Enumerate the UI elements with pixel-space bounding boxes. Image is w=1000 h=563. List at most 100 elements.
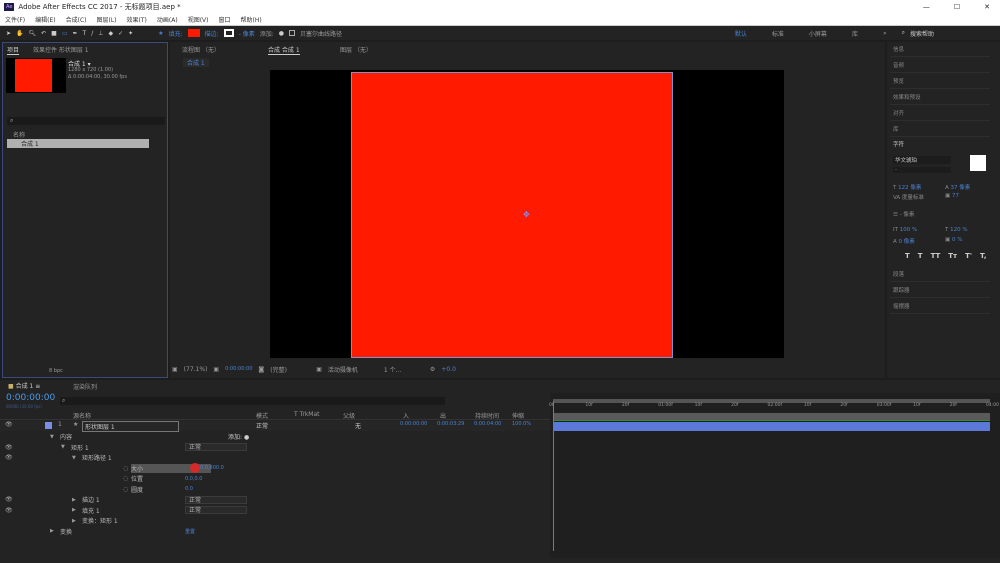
kerning-value[interactable]: 度量标准 [902,195,924,201]
expand-triangle-icon[interactable]: ▶ [72,497,76,503]
bpc-label[interactable]: 8 bpc [49,368,63,374]
visibility-eye-icon[interactable]: 👁︎ [5,454,13,461]
expand-triangle-icon[interactable]: ▼ [50,434,54,440]
menu-item[interactable]: 帮助(H) [241,15,262,24]
property-row[interactable]: ▶ 变换：矩形 1 [0,515,550,526]
pin-tool-icon[interactable]: ✦ [128,30,133,37]
layer-row[interactable]: 👁︎ 1 ★ 形状图层 1 正常 无 0:00:00:00 0:00:03:29… [0,421,550,432]
layer-mode[interactable]: 正常 [256,421,268,430]
comp-breadcrumb[interactable]: 合成 1 [183,58,209,67]
menu-item[interactable]: 编辑(E) [35,15,55,24]
expand-triangle-icon[interactable]: ▶ [50,528,54,534]
workspace-default[interactable]: 默认 [735,29,747,38]
stroke-label[interactable]: 描边: [205,29,219,38]
menu-item[interactable]: 图层(L) [97,15,117,24]
tab-flowchart[interactable]: 流程图 （无） [182,45,220,54]
expand-triangle-icon[interactable]: ▼ [61,444,65,450]
tab-effect-controls[interactable]: 效果控件 形状图层 1 [33,45,89,54]
panel-items_top-5[interactable]: 库 [893,125,899,133]
zoom-select[interactable]: (77.1%) [184,366,208,373]
tracking-value[interactable]: 77 [952,193,959,199]
eraser-tool-icon[interactable]: ◆ [108,30,113,37]
workspace-library[interactable]: 库 [852,29,858,38]
blend-mode-select[interactable]: 正常 [185,495,247,504]
stroke-width-value[interactable]: - 像素 [900,212,915,218]
stamp-tool-icon[interactable]: ⊥ [98,30,103,37]
layer-in[interactable]: 0:00:00:00 [400,421,427,427]
camera-select[interactable]: 活动摄像机 [328,365,378,374]
vscale-value[interactable]: 100 % [900,227,917,233]
grid-icon[interactable]: ▣ [213,366,219,373]
roto-tool-icon[interactable]: ✓ [118,30,123,37]
property-row[interactable]: ◌ 大小 0.0,800.0 [0,463,550,474]
tab-render-queue[interactable]: 渲染队列 [73,382,97,391]
project-item[interactable]: 合成 1 [7,139,149,148]
maximize-button[interactable]: ☐ [954,3,960,11]
text-style-button[interactable]: T' [965,252,972,260]
col-trkmat[interactable]: T TrkMat [294,411,320,418]
vertical-scale[interactable]: IT 100 % [893,227,917,233]
project-search-input[interactable]: ⌕ [7,117,165,125]
col-source-name[interactable]: 源名称 [73,411,91,420]
viewer-timecode[interactable]: 0:00:00:00 [225,366,252,372]
font-style-select[interactable]: - [893,167,951,173]
property-row[interactable]: ◌ 位置 0.0,0.0 [0,473,550,484]
col-in[interactable]: 入 [403,411,409,420]
visibility-eye-icon[interactable]: 👁︎ [5,421,13,428]
property-row[interactable]: 👁︎ ▶ 描边 1 正常 [0,494,550,505]
minimize-button[interactable]: — [923,3,930,11]
menu-item[interactable]: 动画(A) [157,15,178,24]
panel-items_bottom-1[interactable]: 跟踪器 [893,286,910,294]
font-size-value[interactable]: 122 像素 [898,185,921,191]
fill-color-swatch[interactable] [970,155,986,171]
panel-items_top-4[interactable]: 对齐 [893,109,904,117]
workspace-small[interactable]: 小屏幕 [809,29,827,38]
search-icon[interactable]: ⌕ [902,29,905,37]
tab-layer[interactable]: 图层 （无） [340,45,372,54]
property-row[interactable]: ▼ 内容 [0,431,550,442]
property-row[interactable]: 👁︎ ▼ 矩形路径 1 [0,452,550,463]
visibility-eye-icon[interactable]: 👁︎ [5,444,13,451]
panel-items_top-1[interactable]: 音频 [893,61,904,69]
pen-tool-icon[interactable]: ✒ [73,30,78,37]
layer-out[interactable]: 0:00:03:29 [437,421,464,427]
font-size[interactable]: T 122 像素 [893,183,921,191]
text-style-button[interactable]: Tт [948,252,957,260]
layer-stretch[interactable]: 100.0% [512,421,531,427]
col-out[interactable]: 出 [440,411,446,420]
stopwatch-icon[interactable]: ◌ [123,465,128,472]
character-title[interactable]: 字符 [893,140,904,148]
stroke-width[interactable]: - 像素 [239,29,255,38]
views-select[interactable]: 1 个... [384,365,424,374]
property-row[interactable]: ▶ 变换 重置 [0,526,550,537]
stopwatch-icon[interactable]: ◌ [123,486,128,493]
property-row[interactable]: ◌ 圆度 0.0 [0,484,550,495]
camera-tool-icon[interactable]: ■ [51,30,57,37]
col-stretch[interactable]: 伸缩 [512,411,524,420]
comp-canvas[interactable]: ✥ [270,70,784,358]
workspace-standard[interactable]: 标准 [772,29,784,38]
stroke-width[interactable]: ☰ - 像素 [893,210,914,218]
quality-select[interactable]: (完整) [270,365,310,374]
font-family-select[interactable]: 华文琥珀 [893,156,951,164]
star-icon[interactable]: ★ [158,30,163,37]
col-parent[interactable]: 父级 [343,411,355,420]
tsume-value[interactable]: 0 % [952,237,962,243]
blend-mode-select[interactable]: 正常 [185,506,247,514]
tracking[interactable]: ▣ 77 [945,193,959,199]
timeline-search-input[interactable]: ⌕ [60,397,445,405]
text-style-button[interactable]: TT [931,252,941,260]
playhead[interactable] [553,401,554,551]
search-help-input[interactable]: 搜索帮助 [910,29,1000,38]
expand-triangle-icon[interactable]: ▶ [72,518,76,524]
close-button[interactable]: ✕ [984,3,990,11]
brush-tool-icon[interactable]: / [91,30,93,37]
panel-items_bottom-2[interactable]: 摇摆器 [893,302,910,310]
menu-item[interactable]: 效果(T) [127,15,147,24]
layer-duration-bar[interactable] [553,422,990,431]
rotate-tool-icon[interactable]: ↶ [41,30,46,37]
leading-value[interactable]: 37 像素 [951,185,971,191]
exposure-value[interactable]: +0.0 [441,366,456,373]
property-value[interactable]: 重置 [185,528,195,535]
column-name[interactable]: 名称 [13,130,25,139]
